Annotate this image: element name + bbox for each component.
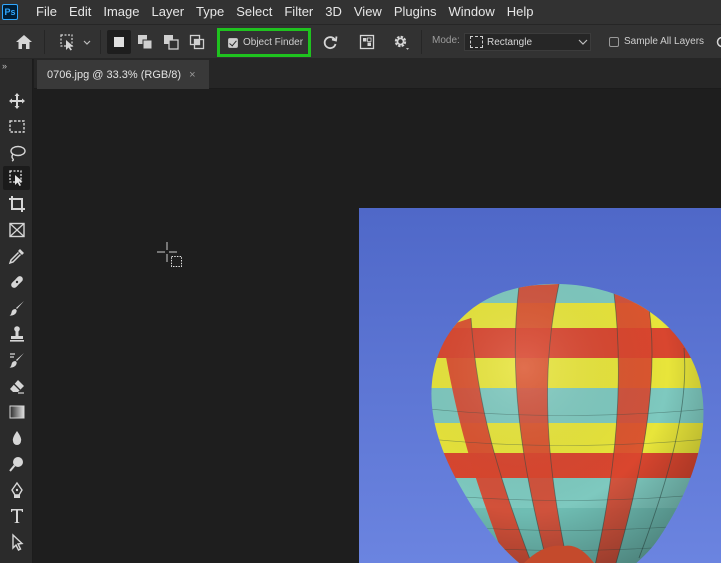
refresh-object-finder-button[interactable] xyxy=(318,30,342,54)
subtract-from-selection-icon xyxy=(164,35,179,50)
new-selection-icon xyxy=(114,37,124,47)
menu-view[interactable]: View xyxy=(348,0,388,24)
brush-tool[interactable] xyxy=(3,296,30,320)
pen-tool[interactable] xyxy=(3,478,30,502)
mode-label: Mode: xyxy=(432,35,460,46)
rectangular-marquee-tool[interactable] xyxy=(3,115,30,139)
rectangle-mode-icon xyxy=(470,36,483,48)
separator xyxy=(421,30,422,54)
history-brush-tool[interactable] xyxy=(3,348,30,372)
menu-plugins[interactable]: Plugins xyxy=(388,0,443,24)
lasso-tool[interactable] xyxy=(3,141,30,165)
path-selection-tool[interactable] xyxy=(3,530,30,554)
frame-icon xyxy=(8,222,25,238)
sample-all-layers-label: Sample All Layers xyxy=(624,36,705,47)
document-tab[interactable]: 0706.jpg @ 33.3% (RGB/8) × xyxy=(37,60,209,89)
pen-icon xyxy=(10,481,23,498)
close-icon[interactable]: × xyxy=(189,69,195,81)
separator xyxy=(100,30,101,54)
separator xyxy=(44,30,45,54)
refresh-icon xyxy=(323,36,338,50)
document-tab-bar: 0706.jpg @ 33.3% (RGB/8) × xyxy=(34,59,721,89)
gradient-icon xyxy=(9,405,24,419)
document-image[interactable] xyxy=(359,208,721,563)
menu-select[interactable]: Select xyxy=(230,0,278,24)
drop-icon xyxy=(12,431,21,445)
menu-window[interactable]: Window xyxy=(442,0,500,24)
stamp-icon xyxy=(9,326,24,342)
dodge-icon xyxy=(8,457,23,472)
subtract-from-selection-button[interactable] xyxy=(159,30,183,54)
frame-tool[interactable] xyxy=(3,218,30,242)
move-icon xyxy=(8,93,25,109)
crop-icon xyxy=(8,196,25,212)
object-finder-label: Object Finder xyxy=(243,37,304,48)
mode-value: Rectangle xyxy=(487,36,533,48)
menu-3d[interactable]: 3D xyxy=(319,0,348,24)
eyedropper-tool[interactable] xyxy=(3,244,30,268)
eraser-icon xyxy=(9,380,24,394)
history-brush-icon xyxy=(9,353,24,368)
photoshop-logo: Ps xyxy=(2,4,18,20)
crop-tool[interactable] xyxy=(3,192,30,216)
gradient-tool[interactable] xyxy=(3,400,30,424)
gear-icon xyxy=(394,35,409,50)
canvas-area[interactable] xyxy=(34,89,721,563)
show-all-objects-button[interactable] xyxy=(355,30,379,54)
menu-help[interactable]: Help xyxy=(501,0,540,24)
type-tool[interactable] xyxy=(3,504,30,528)
type-icon xyxy=(10,509,23,523)
add-to-selection-icon xyxy=(138,35,153,50)
object-finder-checkbox[interactable] xyxy=(228,37,238,48)
lasso-icon xyxy=(9,145,26,162)
sample-all-layers-toggle[interactable]: Sample All Layers xyxy=(609,36,704,47)
collapse-panel-icon[interactable]: » xyxy=(2,61,7,71)
intersect-selection-button[interactable] xyxy=(185,30,209,54)
object-selection-tool[interactable] xyxy=(3,166,30,190)
blur-tool[interactable] xyxy=(3,426,30,450)
options-bar: Object Finder Mode: Rectangle Sample All… xyxy=(0,24,721,59)
menu-bar: Ps File Edit Image Layer Type Select Fil… xyxy=(0,0,721,24)
eyedropper-icon xyxy=(8,249,24,265)
object-selection-cursor-icon xyxy=(157,242,182,267)
tools-panel: » xyxy=(0,59,33,563)
bandage-icon xyxy=(10,276,23,288)
brush-icon xyxy=(9,301,24,316)
menu-filter[interactable]: Filter xyxy=(278,0,319,24)
overflow-option-button[interactable] xyxy=(712,30,721,54)
object-selection-preset-icon xyxy=(60,34,91,51)
hot-air-balloon-photo xyxy=(359,208,721,563)
home-button[interactable] xyxy=(12,30,36,54)
move-tool[interactable] xyxy=(3,89,30,113)
eraser-tool[interactable] xyxy=(3,374,30,398)
spot-healing-brush-tool[interactable] xyxy=(3,270,30,294)
clone-stamp-tool[interactable] xyxy=(3,322,30,346)
object-finder-settings-button[interactable] xyxy=(389,30,413,54)
menu-file[interactable]: File xyxy=(30,0,63,24)
marquee-icon xyxy=(8,120,25,133)
home-icon xyxy=(16,35,32,49)
object-finder-toggle[interactable]: Object Finder xyxy=(217,28,311,57)
menu-layer[interactable]: Layer xyxy=(146,0,191,24)
show-all-objects-icon xyxy=(359,34,375,50)
partial-option-icon xyxy=(716,36,721,48)
new-selection-button[interactable] xyxy=(107,30,131,54)
intersect-selection-icon xyxy=(189,34,205,50)
menu-type[interactable]: Type xyxy=(190,0,230,24)
sample-all-layers-checkbox[interactable] xyxy=(609,36,619,47)
mode-dropdown[interactable]: Rectangle xyxy=(464,33,591,51)
chevron-down-icon xyxy=(576,39,590,45)
path-selection-icon xyxy=(11,533,24,551)
object-selection-icon xyxy=(8,170,22,186)
tool-preset-picker[interactable] xyxy=(55,30,95,54)
add-to-selection-button[interactable] xyxy=(133,30,157,54)
menu-edit[interactable]: Edit xyxy=(63,0,97,24)
document-tab-title: 0706.jpg @ 33.3% (RGB/8) xyxy=(47,68,182,81)
menu-image[interactable]: Image xyxy=(97,0,145,24)
dodge-tool[interactable] xyxy=(3,452,30,476)
